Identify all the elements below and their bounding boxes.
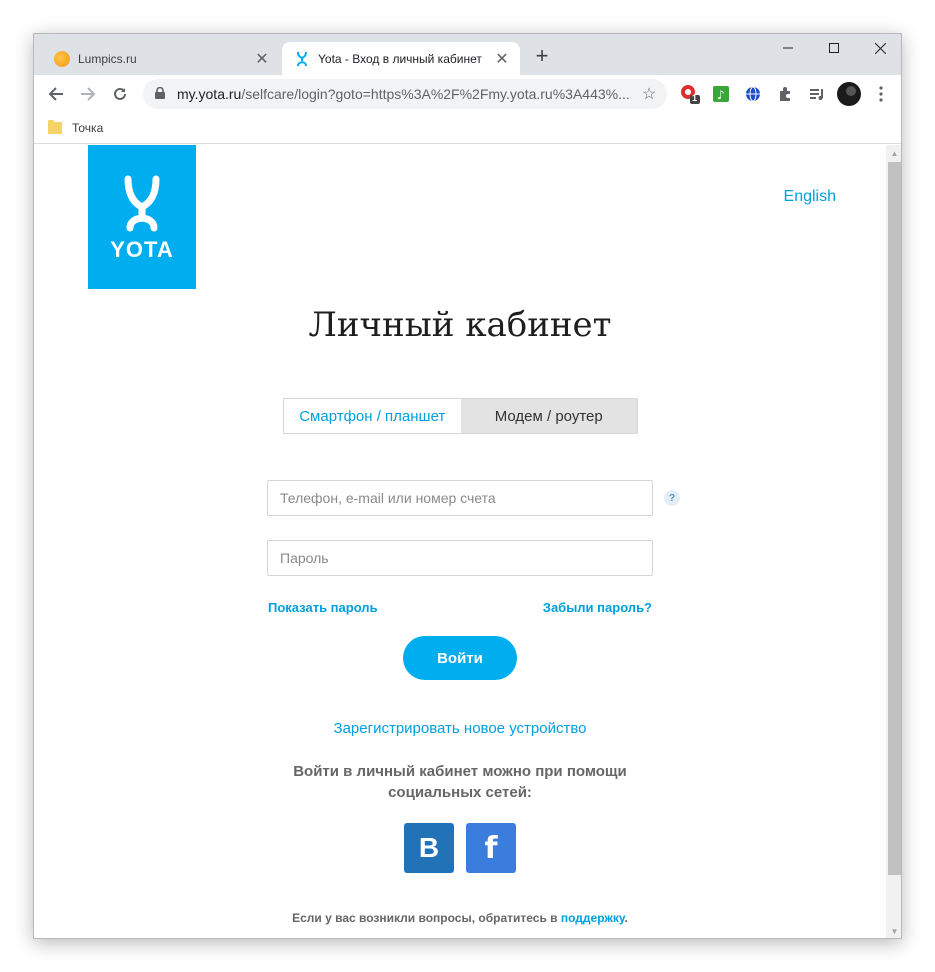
- lock-icon: [155, 86, 169, 102]
- media-control-icon[interactable]: [807, 84, 827, 104]
- reload-icon: [114, 87, 126, 100]
- forward-arrow-icon: [81, 87, 96, 101]
- yota-favicon-icon: [294, 51, 310, 67]
- tab-lumpics[interactable]: Lumpics.ru ✕: [42, 42, 280, 75]
- profile-avatar[interactable]: [837, 82, 861, 106]
- tab-title: Yota - Вход в личный кабинет: [318, 51, 482, 66]
- login-input[interactable]: [267, 480, 653, 516]
- forgot-password-link[interactable]: Забыли пароль?: [543, 600, 652, 615]
- footer-text: Если у вас возникли вопросы, обратитесь …: [292, 911, 561, 925]
- address-bar[interactable]: my.yota.ru/selfcare/login?goto=https%3A%…: [143, 79, 667, 109]
- bookmark-folder-tochka[interactable]: Точка: [48, 118, 103, 138]
- forward-button[interactable]: [74, 80, 102, 108]
- url-path: /selfcare/login?goto=https%3A%2F%2Fmy.yo…: [241, 86, 630, 102]
- tab-title: Lumpics.ru: [78, 51, 137, 66]
- svg-text:♪: ♪: [717, 88, 725, 102]
- page-viewport: YOTA English Личный кабинет Смартфон / п…: [34, 145, 901, 938]
- logo-text: YOTA: [110, 237, 174, 262]
- opera-extension-icon[interactable]: 1: [680, 84, 700, 104]
- vk-login-button[interactable]: В: [404, 823, 454, 873]
- yota-logo[interactable]: YOTA: [88, 145, 196, 289]
- bookmark-label: Точка: [72, 121, 104, 135]
- vpn-extension-icon[interactable]: [743, 84, 763, 104]
- page-title: Личный кабинет: [308, 305, 612, 345]
- footer-end: .: [624, 911, 628, 925]
- browser-window: Lumpics.ru ✕ Yota - Вход в личный кабине…: [33, 33, 902, 939]
- close-tab-icon[interactable]: ✕: [492, 49, 512, 69]
- tab-yota[interactable]: Yota - Вход в личный кабинет ✕: [282, 42, 520, 75]
- social-login-text: Войти в личный кабинет можно при помощи …: [293, 763, 627, 801]
- browser-toolbar: my.yota.ru/selfcare/login?goto=https%3A%…: [34, 75, 901, 113]
- tab-smartphone-tablet[interactable]: Смартфон / планшет: [284, 399, 461, 433]
- help-icon[interactable]: ?: [664, 490, 680, 506]
- back-arrow-icon: [48, 87, 63, 101]
- register-device-link[interactable]: Зарегистрировать новое устройство: [34, 720, 886, 737]
- scroll-down-arrow-icon[interactable]: ▼: [886, 923, 901, 938]
- page-scrollbar[interactable]: ▲ ▼: [886, 145, 901, 938]
- close-tab-icon[interactable]: ✕: [252, 49, 272, 69]
- language-switch-link[interactable]: English: [784, 188, 836, 206]
- show-password-link[interactable]: Показать пароль: [268, 600, 378, 615]
- music-extension-icon[interactable]: ♪: [711, 84, 731, 104]
- tab-strip: Lumpics.ru ✕ Yota - Вход в личный кабине…: [34, 34, 901, 75]
- extension-badge: 1: [692, 93, 698, 103]
- bookmarks-bar: Точка: [34, 113, 901, 144]
- support-link[interactable]: поддержку: [561, 911, 625, 925]
- url-text: my.yota.ru/selfcare/login?goto=https%3A%…: [177, 86, 637, 102]
- scrollbar-thumb[interactable]: [888, 162, 901, 875]
- yota-logo-mark-icon: [124, 175, 160, 232]
- reload-button[interactable]: [106, 80, 134, 108]
- close-window-button[interactable]: [857, 34, 901, 62]
- scroll-up-arrow-icon[interactable]: ▲: [886, 145, 901, 162]
- extensions-puzzle-icon[interactable]: [775, 84, 795, 104]
- minimize-button[interactable]: [765, 34, 811, 62]
- folder-icon: [48, 120, 62, 134]
- device-type-selector: Смартфон / планшет Модем / роутер: [283, 398, 638, 434]
- support-footer: Если у вас возникли вопросы, обратитесь …: [34, 911, 886, 925]
- url-host: my.yota.ru: [177, 86, 242, 102]
- new-tab-button[interactable]: +: [532, 45, 552, 67]
- bookmark-star-icon[interactable]: ☆: [637, 84, 661, 104]
- maximize-button[interactable]: [811, 34, 857, 62]
- facebook-login-button[interactable]: f: [466, 823, 516, 873]
- back-button[interactable]: [42, 80, 70, 108]
- login-button[interactable]: Войти: [403, 636, 517, 680]
- tab-modem-router[interactable]: Модем / роутер: [460, 399, 637, 433]
- password-input[interactable]: [267, 540, 653, 576]
- menu-kebab-icon[interactable]: [871, 84, 891, 104]
- lumpics-favicon-icon: [54, 50, 70, 67]
